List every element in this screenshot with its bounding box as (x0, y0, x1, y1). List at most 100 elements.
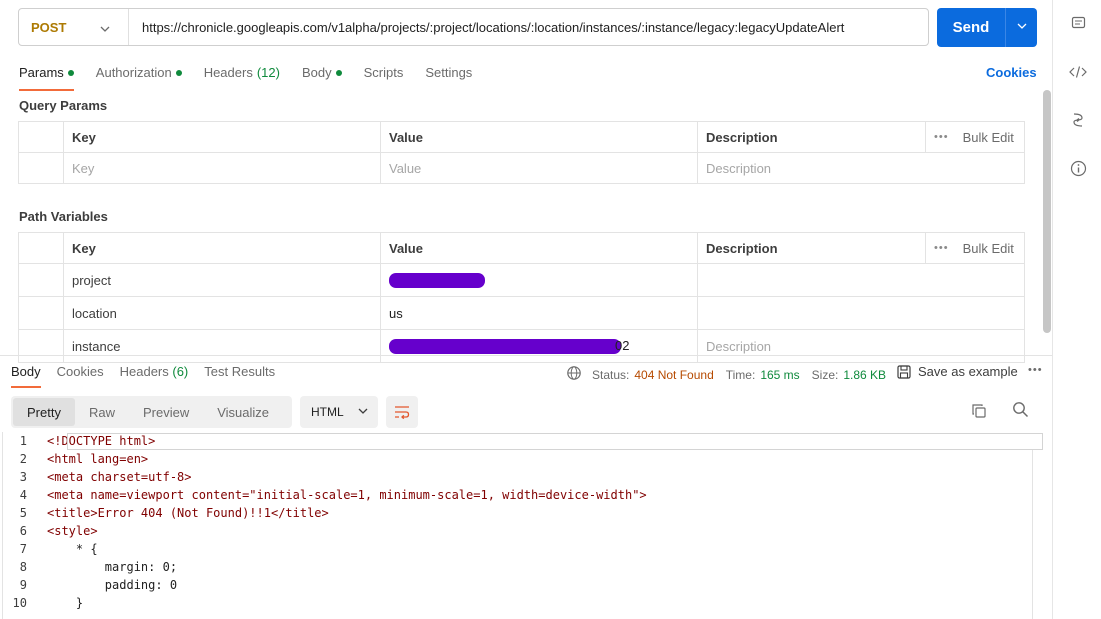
headers-count: (12) (256, 65, 280, 80)
table-row: Key Value Description (18, 152, 1025, 184)
line-number: 5 (19, 506, 27, 520)
time-label: Time: (725, 367, 756, 382)
request-workspace: POST https://chronicle.googleapis.com/v1… (0, 0, 1052, 619)
code-snippet-icon[interactable] (1069, 63, 1087, 81)
size-label: Size: (811, 367, 839, 382)
send-button[interactable]: Send (937, 19, 1005, 36)
value-input[interactable]: Value (380, 152, 698, 184)
path-variables-title: Path Variables (19, 209, 108, 224)
tab-settings[interactable]: Settings (425, 64, 472, 91)
cookies-link[interactable]: Cookies (986, 65, 1037, 80)
response-headers-count: (6) (172, 364, 189, 379)
send-button-group: Send (937, 8, 1037, 47)
tab-test-results[interactable]: Test Results (204, 364, 275, 388)
tab-response-headers[interactable]: Headers (6) (120, 364, 189, 388)
tab-headers[interactable]: Headers (12) (204, 64, 280, 91)
globe-icon[interactable] (566, 365, 582, 384)
send-options-button[interactable] (1006, 21, 1037, 34)
chevron-down-icon (1017, 23, 1026, 29)
format-select[interactable]: HTML (300, 396, 378, 428)
copy-icon[interactable] (971, 403, 987, 423)
tab-response-body[interactable]: Body (11, 364, 41, 388)
description-input[interactable] (697, 296, 1025, 330)
wrap-lines-button[interactable] (386, 396, 418, 428)
code-line: 9 padding: 0 (0, 576, 1032, 594)
save-as-example-label: Save as example (918, 364, 1018, 379)
description-input[interactable] (697, 263, 1025, 297)
size-value[interactable]: 1.86 KB (843, 368, 886, 382)
method-label: POST (31, 19, 67, 35)
row-cell (18, 263, 64, 297)
view-visualize[interactable]: Visualize (203, 398, 283, 426)
code-line: 7 * { (0, 540, 1032, 558)
view-pretty[interactable]: Pretty (13, 398, 75, 426)
format-label: HTML (311, 405, 344, 419)
status-dot (67, 70, 74, 76)
method-select[interactable]: POST (19, 9, 129, 45)
chevron-down-icon (358, 405, 368, 419)
params-scrollbar[interactable] (1043, 90, 1051, 333)
bulk-edit-button[interactable]: ••• Bulk Edit (925, 232, 1025, 264)
code-text: <title>Error 404 (Not Found)!!1</title> (47, 506, 329, 520)
response-code-viewer[interactable]: 1 <!DOCTYPE html> 2 <html lang=en> 3 <meta ch… (0, 432, 1032, 619)
code-line: 1 <!DOCTYPE html> (0, 432, 1032, 450)
tab-params-label: Params (19, 65, 64, 80)
code-text: <meta charset=utf-8> (47, 470, 192, 484)
path-value-project[interactable] (380, 263, 698, 297)
more-icon: ••• (934, 131, 949, 143)
table-header-row: Key Value Description ••• Bulk Edit (18, 232, 1025, 264)
redaction-mark (389, 339, 621, 355)
code-text: padding: 0 (47, 578, 178, 592)
response-meta: Status: 404 Not Found Time: 165 ms Size:… (566, 365, 898, 384)
tab-headers-label: Headers (203, 65, 253, 80)
time-value[interactable]: 165 ms (760, 368, 799, 382)
view-raw[interactable]: Raw (75, 398, 129, 426)
path-value-location[interactable]: us (380, 296, 698, 330)
path-key-location: location (63, 296, 381, 330)
bulk-edit-label: Bulk Edit (962, 129, 1014, 145)
description-input[interactable]: Description (697, 329, 1025, 363)
more-options-icon[interactable]: ••• (1028, 364, 1043, 376)
code-text: margin: 0; (47, 560, 178, 574)
path-key-project: project (63, 263, 381, 297)
key-input[interactable]: Key (63, 152, 381, 184)
code-text: } (47, 596, 84, 610)
search-icon[interactable] (1012, 401, 1029, 423)
line-number: 2 (19, 452, 27, 466)
tab-body[interactable]: Body (302, 64, 342, 91)
tab-response-headers-label: Headers (119, 364, 169, 379)
line-number: 8 (19, 560, 27, 574)
response-view-switcher: Pretty Raw Preview Visualize (11, 396, 292, 428)
tab-authorization[interactable]: Authorization (96, 64, 182, 91)
request-tabs: Params Authorization Headers (12) Body Sc… (19, 64, 494, 91)
status-value[interactable]: 404 Not Found (634, 368, 713, 382)
tab-scripts[interactable]: Scripts (364, 64, 404, 91)
table-row: project (18, 263, 1025, 297)
tab-response-cookies[interactable]: Cookies (57, 364, 104, 388)
description-input[interactable]: Description (697, 152, 1025, 184)
line-number: 10 (12, 596, 27, 610)
related-collections-icon[interactable] (1069, 111, 1087, 129)
code-line: 5 <title>Error 404 (Not Found)!!1</title> (0, 504, 1032, 522)
bulk-edit-button[interactable]: ••• Bulk Edit (925, 121, 1025, 153)
column-header-value: Value (380, 232, 698, 264)
comments-icon[interactable] (1069, 14, 1087, 32)
save-as-example-button[interactable]: Save as example (897, 364, 1018, 379)
url-input[interactable]: https://chronicle.googleapis.com/v1alpha… (129, 20, 844, 35)
code-scrollbar[interactable] (1032, 450, 1033, 619)
column-header-description: Description (697, 121, 926, 153)
column-header-key: Key (63, 121, 381, 153)
tab-params[interactable]: Params (19, 64, 74, 91)
save-icon (897, 364, 911, 379)
drag-column (18, 232, 64, 264)
info-icon[interactable] (1069, 159, 1087, 177)
row-cell (18, 329, 64, 363)
drag-column (18, 121, 64, 153)
line-number: 3 (19, 470, 27, 484)
line-number: 7 (19, 542, 27, 556)
path-value-instance[interactable]: 02 (380, 329, 698, 363)
response-divider[interactable] (0, 355, 1052, 356)
query-params-table: Key Value Description ••• Bulk Edit Key V… (18, 121, 1025, 184)
wrap-icon (395, 406, 410, 419)
view-preview[interactable]: Preview (129, 398, 203, 426)
